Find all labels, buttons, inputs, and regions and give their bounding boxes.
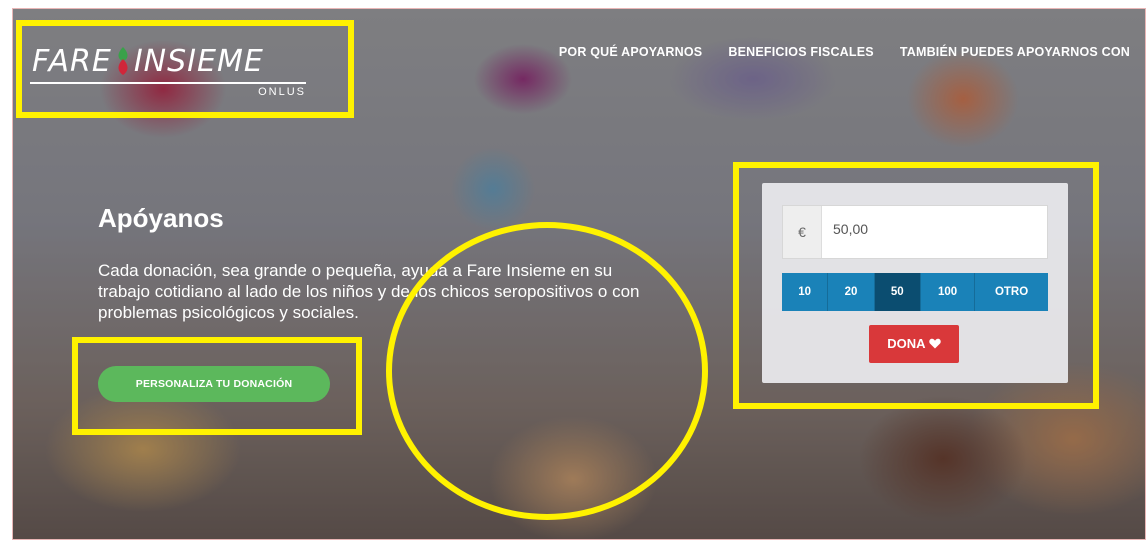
page-title: Apóyanos bbox=[98, 203, 224, 233]
annotation-donation-box bbox=[733, 162, 1099, 409]
annotation-children-circle bbox=[386, 222, 708, 520]
nav-item-tax-benefits[interactable]: BENEFICIOS FISCALES bbox=[728, 45, 873, 59]
main-nav: POR QUÉ APOYARNOS BENEFICIOS FISCALES TA… bbox=[559, 45, 1130, 59]
annotation-cta-box bbox=[72, 337, 362, 435]
nav-item-other-ways[interactable]: TAMBIÉN PUEDES APOYARNOS CON bbox=[900, 45, 1130, 59]
annotation-logo-box bbox=[16, 20, 354, 118]
nav-item-why-support[interactable]: POR QUÉ APOYARNOS bbox=[559, 45, 702, 59]
